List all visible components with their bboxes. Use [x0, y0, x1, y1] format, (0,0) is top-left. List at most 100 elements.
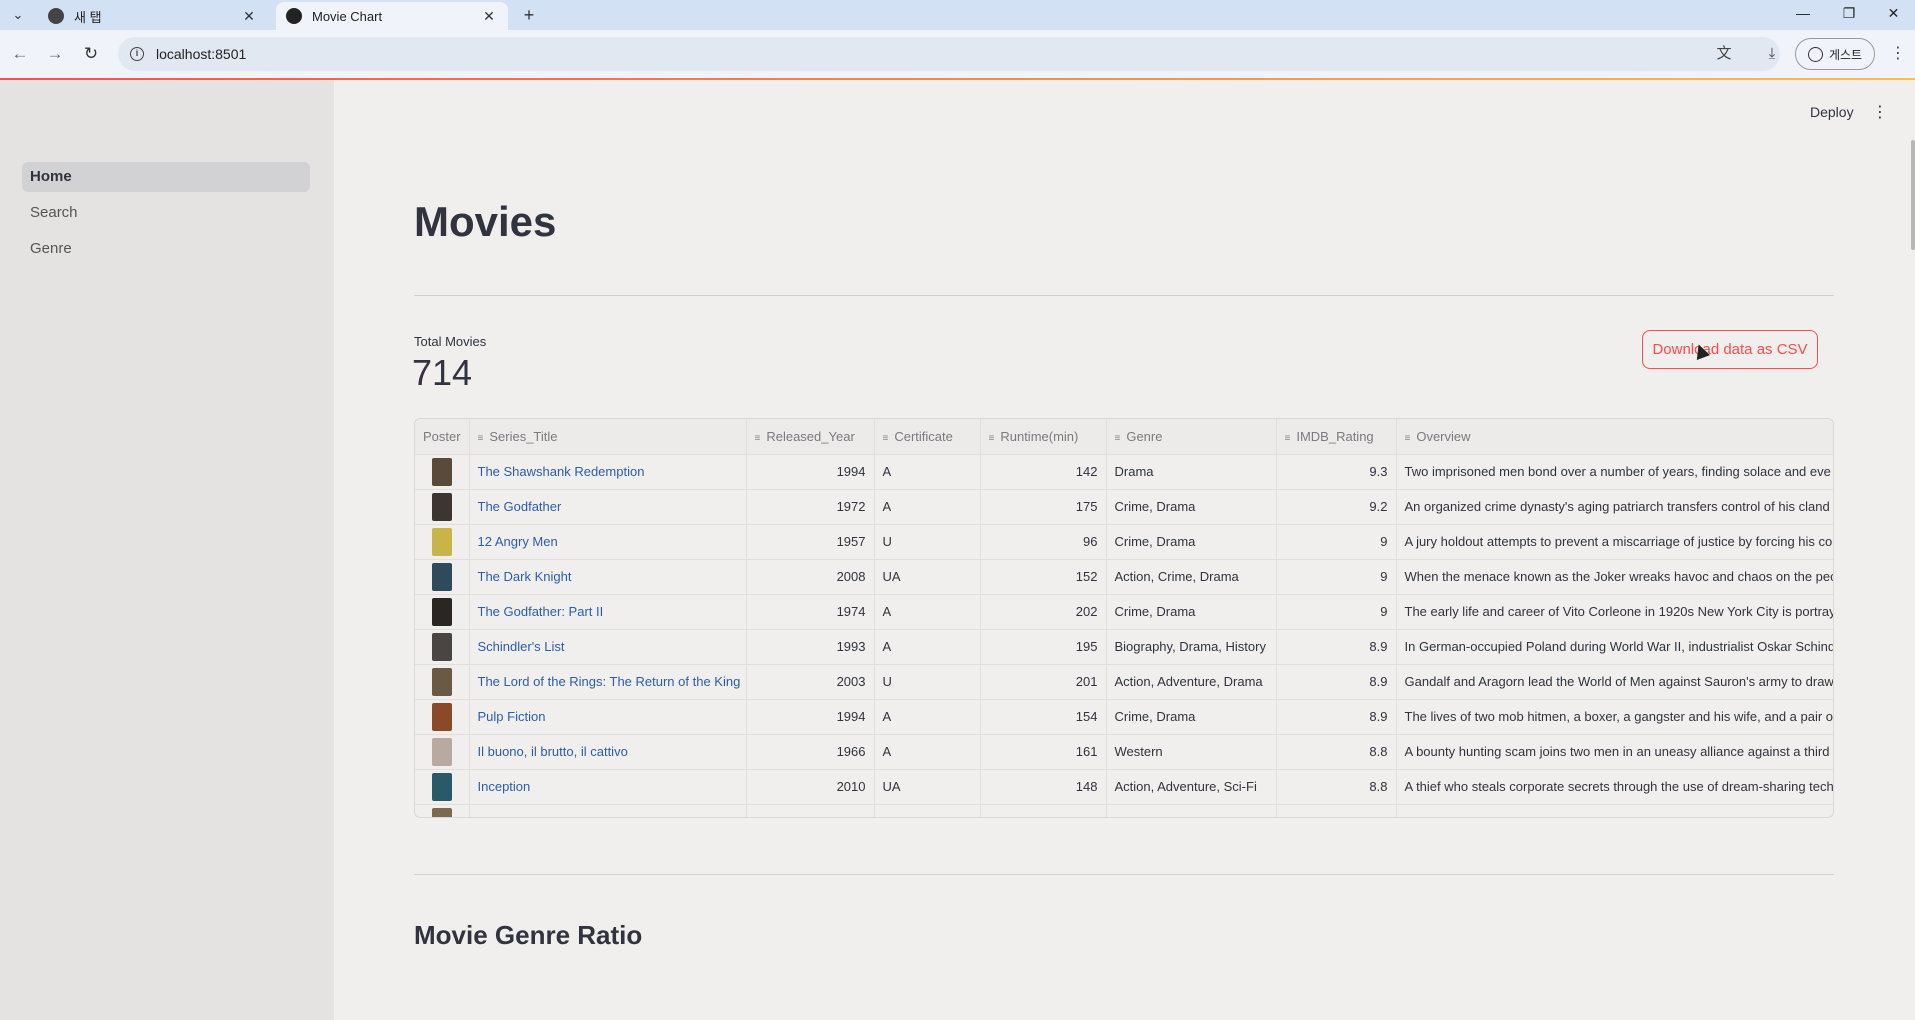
column-header-poster[interactable]: Poster: [415, 419, 470, 455]
column-header-runtime[interactable]: ≡ Runtime(min): [980, 419, 1107, 455]
poster-cell[interactable]: [415, 629, 470, 665]
column-header-overview[interactable]: ≡ Overview: [1396, 419, 1833, 455]
overview-cell[interactable]: A jury holdout attempts to prevent a mis…: [1396, 524, 1833, 560]
imdb-rating-cell[interactable]: 8.9: [1276, 664, 1397, 700]
certificate-cell[interactable]: U: [874, 524, 981, 560]
runtime-cell[interactable]: 201: [980, 664, 1107, 700]
genre-cell[interactable]: Action, Adventure, Drama: [1106, 664, 1277, 700]
genre-cell[interactable]: Crime, Drama: [1106, 594, 1277, 630]
released-year-cell[interactable]: 1957: [746, 524, 875, 560]
poster-cell[interactable]: [415, 804, 470, 817]
genre-cell[interactable]: Western: [1106, 734, 1277, 770]
title-cell[interactable]: The Godfather: Part II: [469, 594, 747, 630]
profile-button[interactable]: 게스트: [1795, 38, 1875, 70]
overview-cell[interactable]: Two imprisoned men bond over a number of…: [1396, 454, 1833, 490]
genre-cell[interactable]: Crime, Drama: [1106, 524, 1277, 560]
poster-cell[interactable]: [415, 524, 470, 560]
table-row[interactable]: 12 Angry Men 1957 U 96 Crime, Drama 9 A jury h…: [415, 524, 1833, 560]
close-tab-icon[interactable]: ✕: [240, 8, 258, 25]
runtime-cell[interactable]: 148: [980, 769, 1107, 805]
title-cell[interactable]: [469, 804, 747, 817]
minimize-icon[interactable]: —: [1780, 0, 1826, 26]
download-csv-button[interactable]: Download data as CSV: [1642, 330, 1818, 369]
title-cell[interactable]: The Godfather: [469, 489, 747, 525]
restore-icon[interactable]: ❐: [1826, 0, 1872, 26]
poster-cell[interactable]: [415, 734, 470, 770]
runtime-cell[interactable]: 195: [980, 629, 1107, 665]
overview-cell[interactable]: [1396, 804, 1833, 817]
overview-cell[interactable]: The early life and career of Vito Corleo…: [1396, 594, 1833, 630]
certificate-cell[interactable]: A: [874, 699, 981, 735]
certificate-cell[interactable]: A: [874, 734, 981, 770]
imdb-rating-cell[interactable]: 8.8: [1276, 734, 1397, 770]
runtime-cell[interactable]: 161: [980, 734, 1107, 770]
table-row[interactable]: Pulp Fiction 1994 A 154 Crime, Drama 8.9 The l…: [415, 699, 1833, 735]
forward-icon[interactable]: →: [43, 42, 67, 66]
genre-cell[interactable]: Crime, Drama: [1106, 699, 1277, 735]
column-header-certificate[interactable]: ≡ Certificate: [874, 419, 981, 455]
poster-cell[interactable]: [415, 769, 470, 805]
genre-cell[interactable]: Biography, Drama, History: [1106, 629, 1277, 665]
released-year-cell[interactable]: [746, 804, 875, 817]
poster-cell[interactable]: [415, 594, 470, 630]
table-row[interactable]: Schindler's List 1993 A 195 Biography, Drama…: [415, 629, 1833, 665]
genre-cell[interactable]: Action, Crime, Drama: [1106, 559, 1277, 595]
browser-menu-icon[interactable]: ⋮: [1888, 42, 1908, 66]
close-window-icon[interactable]: ✕: [1872, 0, 1915, 26]
certificate-cell[interactable]: A: [874, 629, 981, 665]
table-row[interactable]: The Dark Knight 2008 UA 152 Action, Crime, D…: [415, 559, 1833, 595]
certificate-cell[interactable]: A: [874, 454, 981, 490]
site-info-icon[interactable]: i: [130, 47, 144, 61]
imdb-rating-cell[interactable]: 8.8: [1276, 769, 1397, 805]
imdb-rating-cell[interactable]: 9: [1276, 559, 1397, 595]
title-cell[interactable]: Pulp Fiction: [469, 699, 747, 735]
certificate-cell[interactable]: A: [874, 489, 981, 525]
app-menu-icon[interactable]: ⋮: [1872, 102, 1888, 122]
download-icon[interactable]: ⤓: [1760, 42, 1784, 66]
released-year-cell[interactable]: 1974: [746, 594, 875, 630]
title-cell[interactable]: Il buono, il brutto, il cattivo: [469, 734, 747, 770]
overview-cell[interactable]: When the menace known as the Joker wreak…: [1396, 559, 1833, 595]
genre-cell[interactable]: [1106, 804, 1277, 817]
runtime-cell[interactable]: 142: [980, 454, 1107, 490]
tab-search-chevron-icon[interactable]: ⌄: [6, 4, 30, 26]
sidebar-item-search[interactable]: Search: [22, 198, 310, 228]
sidebar-item-genre[interactable]: Genre: [22, 234, 310, 264]
certificate-cell[interactable]: A: [874, 594, 981, 630]
movies-dataframe[interactable]: Poster ≡ Series_Title ≡ Released_Year ≡ Cer…: [414, 418, 1834, 818]
poster-cell[interactable]: [415, 699, 470, 735]
close-tab-icon[interactable]: ✕: [480, 8, 498, 25]
column-header-released-year[interactable]: ≡ Released_Year: [746, 419, 875, 455]
table-row[interactable]: Il buono, il brutto, il cattivo 1966 A 161 W…: [415, 734, 1833, 770]
runtime-cell[interactable]: 96: [980, 524, 1107, 560]
overview-cell[interactable]: In German-occupied Poland during World W…: [1396, 629, 1833, 665]
scrollbar[interactable]: [1911, 140, 1915, 250]
table-row[interactable]: Inception 2010 UA 148 Action, Adventure, Sci…: [415, 769, 1833, 805]
table-row[interactable]: [415, 804, 1833, 817]
column-header-genre[interactable]: ≡ Genre: [1106, 419, 1277, 455]
column-header-imdb-rating[interactable]: ≡ IMDB_Rating: [1276, 419, 1397, 455]
poster-cell[interactable]: [415, 489, 470, 525]
runtime-cell[interactable]: [980, 804, 1107, 817]
address-bar[interactable]: i localhost:8501: [118, 37, 1780, 71]
translate-icon[interactable]: 文: [1712, 42, 1736, 66]
runtime-cell[interactable]: 202: [980, 594, 1107, 630]
imdb-rating-cell[interactable]: 9: [1276, 524, 1397, 560]
title-cell[interactable]: Schindler's List: [469, 629, 747, 665]
title-cell[interactable]: The Lord of the Rings: The Return of the…: [469, 664, 747, 700]
deploy-button[interactable]: Deploy: [1810, 104, 1854, 120]
released-year-cell[interactable]: 2010: [746, 769, 875, 805]
title-cell[interactable]: The Dark Knight: [469, 559, 747, 595]
new-tab-button[interactable]: +: [518, 4, 540, 26]
runtime-cell[interactable]: 175: [980, 489, 1107, 525]
table-row[interactable]: The Godfather: Part II 1974 A 202 Crime, Dra…: [415, 594, 1833, 630]
imdb-rating-cell[interactable]: [1276, 804, 1397, 817]
certificate-cell[interactable]: UA: [874, 769, 981, 805]
genre-cell[interactable]: Action, Adventure, Sci-Fi: [1106, 769, 1277, 805]
overview-cell[interactable]: A thief who steals corporate secrets thr…: [1396, 769, 1833, 805]
back-icon[interactable]: ←: [8, 42, 32, 66]
table-row[interactable]: The Godfather 1972 A 175 Crime, Drama 9.2 An o…: [415, 489, 1833, 525]
certificate-cell[interactable]: U: [874, 664, 981, 700]
poster-cell[interactable]: [415, 454, 470, 490]
reload-icon[interactable]: ↻: [79, 42, 103, 66]
